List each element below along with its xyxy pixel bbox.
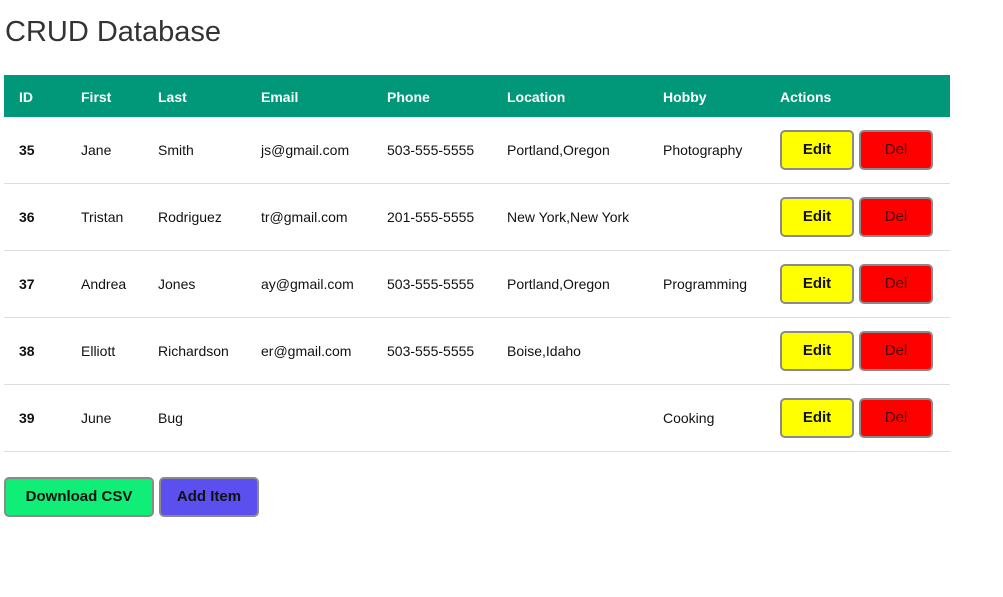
column-header-last: Last [158,75,261,117]
table-row: 36 Tristan Rodriguez tr@gmail.com 201-55… [4,183,950,251]
column-header-id: ID [4,75,81,117]
cell-actions: Edit Del [780,384,950,452]
cell-actions: Edit Del [780,250,950,318]
cell-first: Jane [81,117,158,184]
cell-hobby [663,183,780,251]
column-header-last-label: Last [158,88,187,105]
cell-email: ay@gmail.com [261,250,387,318]
column-header-id-label: ID [19,88,33,105]
column-header-hobby: Hobby [663,75,780,117]
cell-last: Bug [158,384,261,452]
column-header-phone-label: Phone [387,88,430,105]
delete-button[interactable]: Del [859,398,933,438]
cell-email [261,384,387,452]
cell-location: Portland,Oregon [507,250,663,318]
cell-email: js@gmail.com [261,117,387,184]
records-table: ID First Last Email Phone Location Hobby… [4,75,950,452]
cell-email: tr@gmail.com [261,183,387,251]
delete-button[interactable]: Del [859,197,933,237]
cell-first: Tristan [81,183,158,251]
edit-button[interactable]: Edit [780,331,854,371]
cell-location: Boise,Idaho [507,317,663,385]
download-csv-button[interactable]: Download CSV [4,477,154,517]
crud-page: CRUD Database ID First Last Email Phone … [0,0,1003,597]
cell-phone: 503-555-5555 [387,317,507,385]
table-header-row: ID First Last Email Phone Location Hobby… [4,75,950,117]
cell-hobby: Photography [663,117,780,184]
cell-last: Smith [158,117,261,184]
cell-location: New York,New York [507,183,663,251]
cell-last: Jones [158,250,261,318]
edit-button[interactable]: Edit [780,264,854,304]
page-title: CRUD Database [5,16,221,48]
table-row: 37 Andrea Jones ay@gmail.com 503-555-555… [4,250,950,318]
edit-button[interactable]: Edit [780,197,854,237]
column-header-location-label: Location [507,88,566,105]
edit-button[interactable]: Edit [780,130,854,170]
cell-first: Elliott [81,317,158,385]
delete-button[interactable]: Del [859,331,933,371]
cell-phone: 201-555-5555 [387,183,507,251]
footer-actions: Download CSV Add Item [4,477,259,517]
cell-first: June [81,384,158,452]
delete-button[interactable]: Del [859,130,933,170]
cell-email: er@gmail.com [261,317,387,385]
cell-id: 36 [4,183,81,251]
cell-actions: Edit Del [780,317,950,385]
cell-last: Rodriguez [158,183,261,251]
column-header-location: Location [507,75,663,117]
column-header-first: First [81,75,158,117]
add-item-button[interactable]: Add Item [159,477,259,517]
cell-hobby: Programming [663,250,780,318]
cell-last: Richardson [158,317,261,385]
cell-phone: 503-555-5555 [387,117,507,184]
column-header-actions-label: Actions [780,88,832,105]
column-header-hobby-label: Hobby [663,88,707,105]
cell-actions: Edit Del [780,183,950,251]
cell-id: 37 [4,250,81,318]
cell-location: Portland,Oregon [507,117,663,184]
cell-id: 35 [4,117,81,184]
cell-id: 38 [4,317,81,385]
cell-id: 39 [4,384,81,452]
cell-actions: Edit Del [780,117,950,184]
column-header-email: Email [261,75,387,117]
column-header-actions: Actions [780,75,950,117]
cell-location [507,384,663,452]
cell-hobby: Cooking [663,384,780,452]
cell-phone: 503-555-5555 [387,250,507,318]
cell-first: Andrea [81,250,158,318]
cell-phone [387,384,507,452]
table-row: 39 June Bug Cooking Edit Del [4,384,950,452]
cell-hobby [663,317,780,385]
table-row: 35 Jane Smith js@gmail.com 503-555-5555 … [4,117,950,184]
table-row: 38 Elliott Richardson er@gmail.com 503-5… [4,317,950,385]
edit-button[interactable]: Edit [780,398,854,438]
column-header-email-label: Email [261,88,299,105]
delete-button[interactable]: Del [859,264,933,304]
column-header-phone: Phone [387,75,507,117]
column-header-first-label: First [81,88,112,105]
